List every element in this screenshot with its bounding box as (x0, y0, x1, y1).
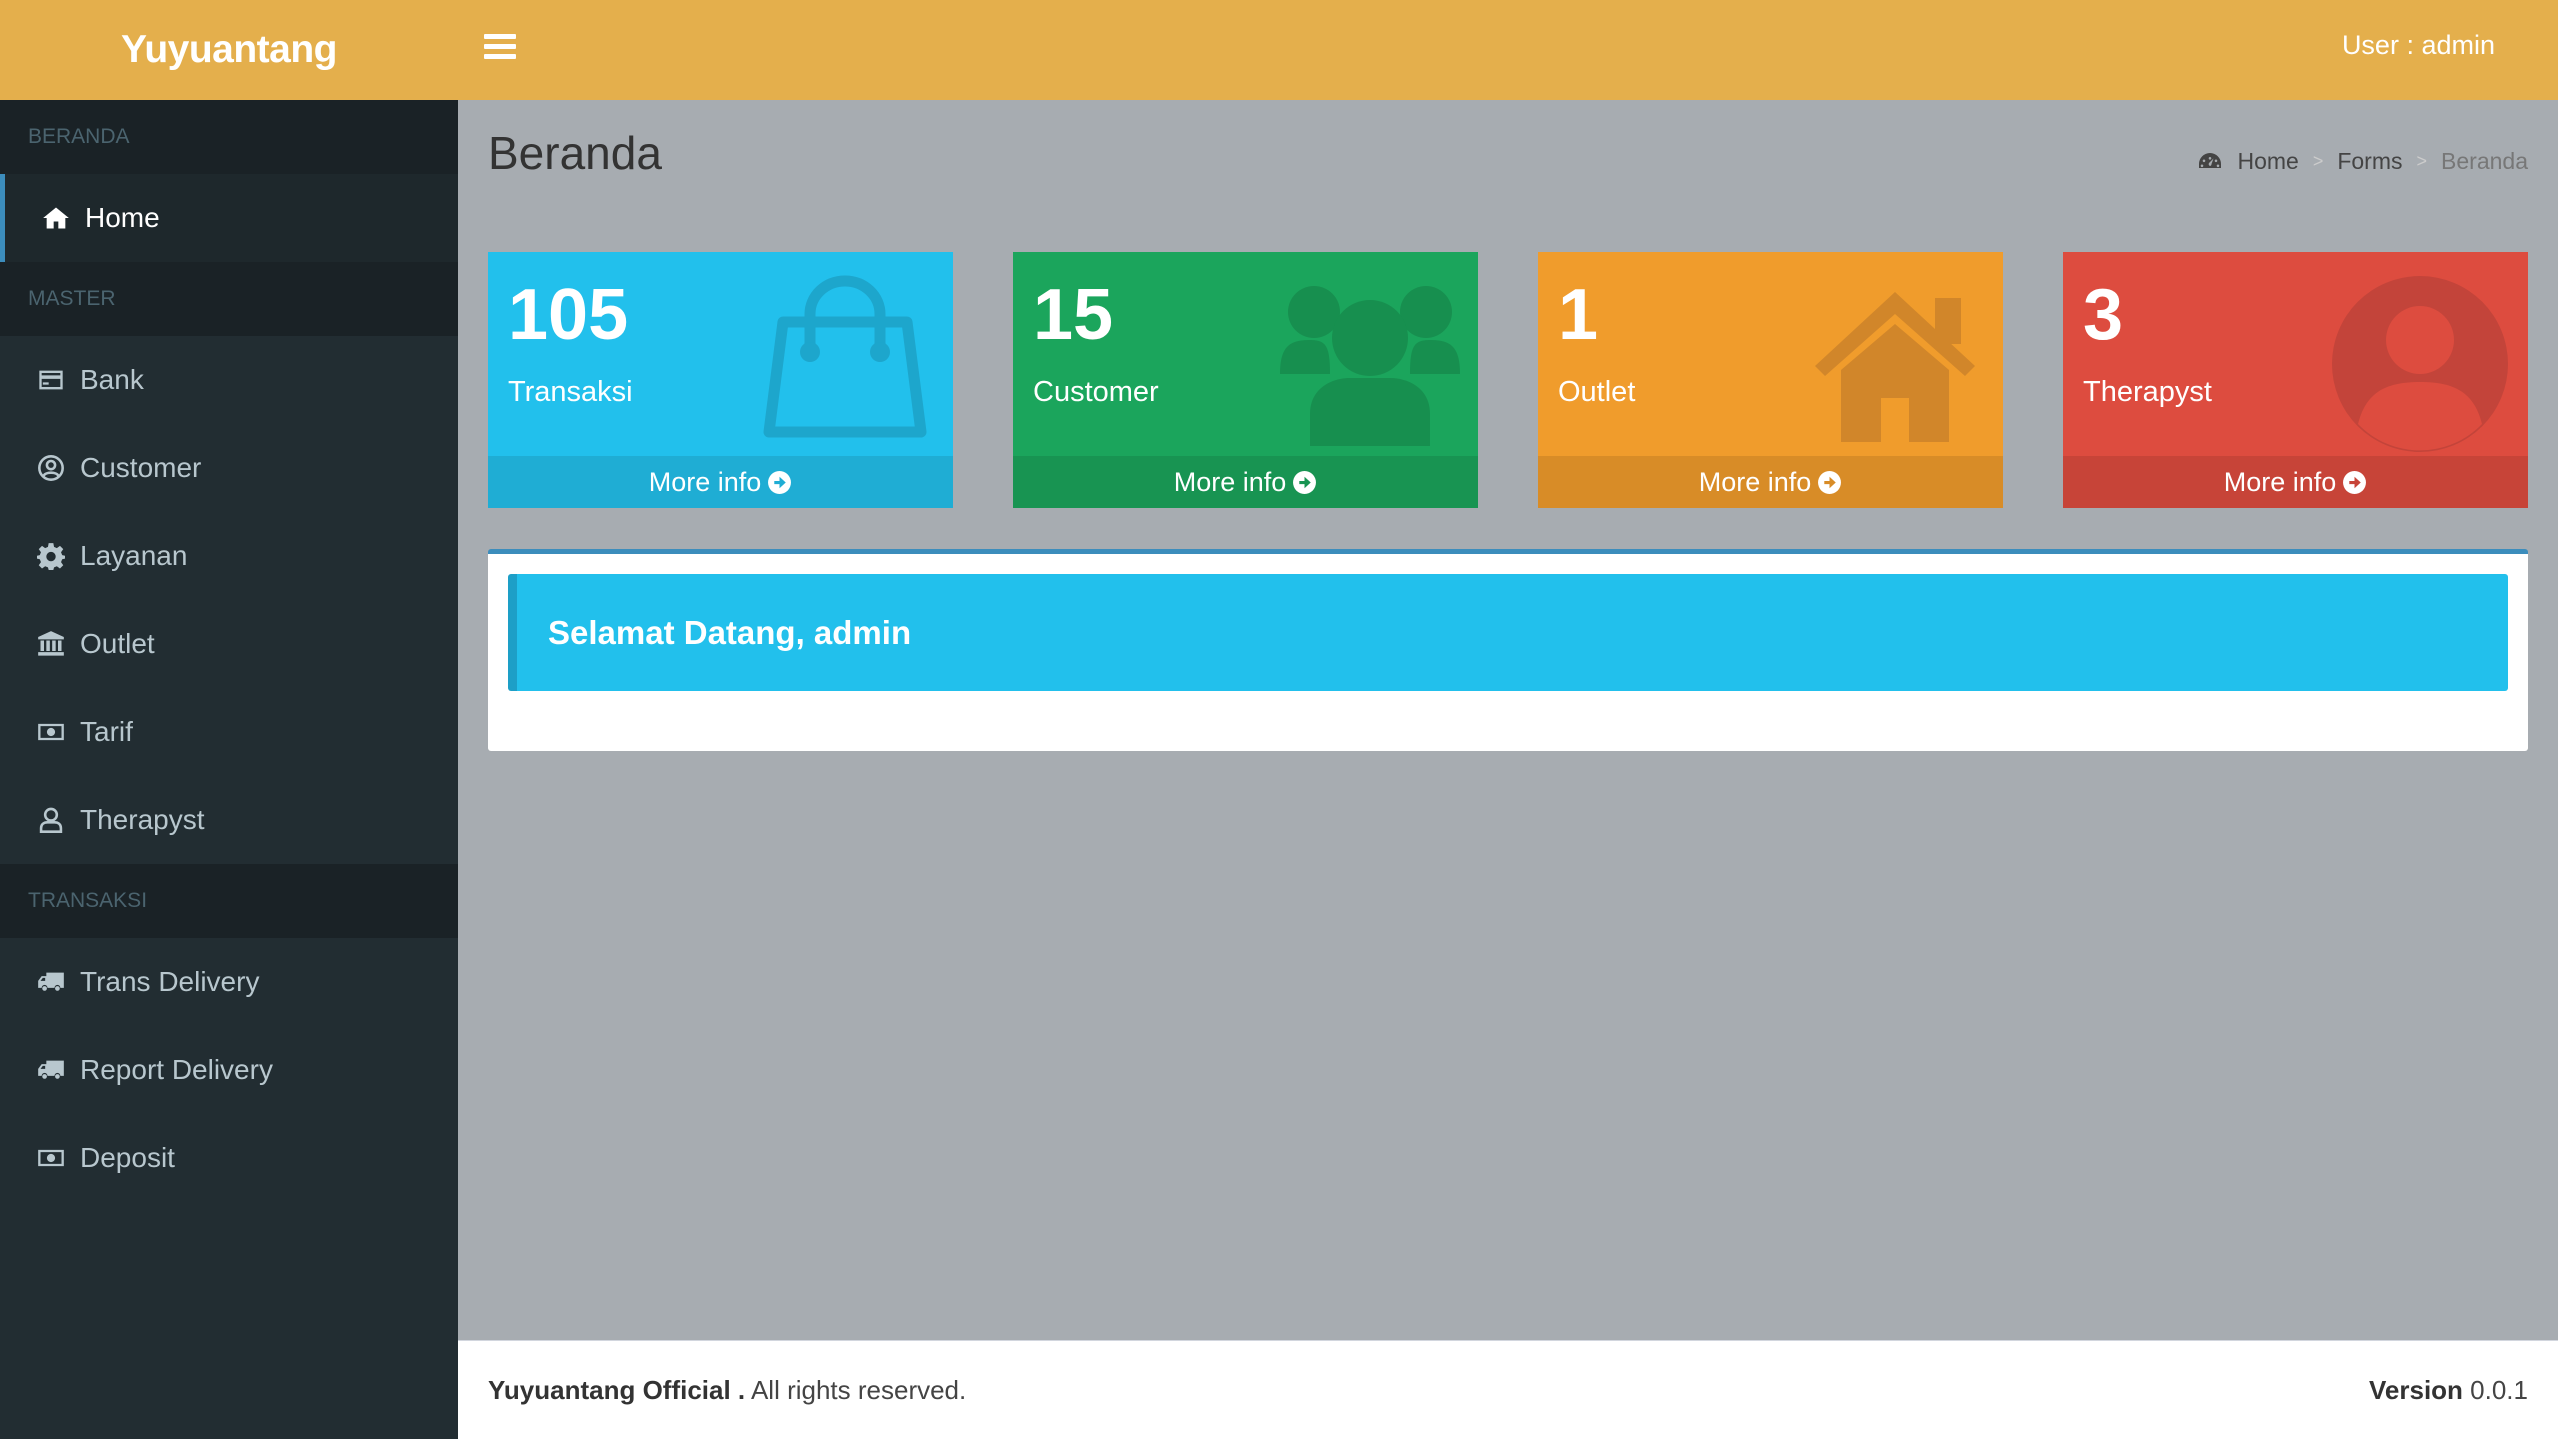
user-outline-icon (36, 805, 66, 835)
sidebar-header-beranda: BERANDA (0, 100, 458, 174)
sidebar-item-trans-delivery[interactable]: Trans Delivery (0, 938, 458, 1026)
user-circle-icon (36, 453, 66, 483)
stat-label: Outlet (1558, 376, 1636, 408)
sidebar-item-label: Tarif (80, 716, 133, 747)
sidebar-item-deposit[interactable]: Deposit (0, 1114, 458, 1202)
sidebar-item-label: Outlet (80, 628, 155, 659)
stat-box-transaksi: 105 Transaksi More info (488, 252, 953, 508)
breadcrumb: Home > Forms > Beranda (2197, 148, 2528, 175)
money-icon (36, 1143, 66, 1173)
arrow-circle-right-icon (1293, 470, 1317, 494)
credit-card-icon (36, 365, 66, 395)
sidebar-item-label: Deposit (80, 1142, 175, 1173)
footer-brand: Yuyuantang Official . (488, 1374, 746, 1405)
breadcrumb-current: Beranda (2441, 148, 2528, 174)
more-info-label: More info (1698, 466, 1812, 497)
more-info-label: More info (1173, 466, 1287, 497)
sidebar-item-tarif[interactable]: Tarif (0, 688, 458, 776)
sidebar-item-report-delivery[interactable]: Report Delivery (0, 1026, 458, 1114)
hamburger-icon (484, 34, 516, 39)
version-label: Version (2369, 1374, 2463, 1405)
user-circle-icon (2332, 276, 2508, 452)
house-icon (1815, 292, 1975, 442)
more-info-link[interactable]: More info (1538, 456, 2003, 508)
gear-icon (36, 541, 66, 571)
sidebar: BERANDA Home MASTER Bank Customer Layana… (0, 100, 458, 1439)
sidebar-item-home[interactable]: Home (0, 174, 458, 262)
sidebar-item-label: Layanan (80, 540, 188, 571)
breadcrumb-separator: > (2416, 151, 2428, 171)
user-menu[interactable]: User : admin (2342, 30, 2495, 61)
sidebar-item-label: Customer (80, 452, 202, 483)
stat-value: 105 (508, 275, 629, 355)
welcome-box: Selamat Datang, admin (488, 549, 2528, 751)
sidebar-item-therapyst[interactable]: Therapyst (0, 776, 458, 864)
shopping-bag-icon (763, 275, 927, 438)
footer-rights: All rights reserved. (745, 1374, 967, 1405)
stat-box-customer: 15 Customer More info (1013, 252, 1478, 508)
sidebar-header-transaksi: TRANSAKSI (0, 864, 458, 938)
arrow-circle-right-icon (768, 470, 792, 494)
dashboard-icon (2199, 152, 2222, 168)
sidebar-item-label: Report Delivery (80, 1054, 273, 1085)
sidebar-item-label: Therapyst (80, 804, 205, 835)
footer-copyright: Yuyuantang Official . All rights reserve… (488, 1375, 966, 1406)
sidebar-header-master: MASTER (0, 262, 458, 336)
stat-label: Therapyst (2083, 376, 2212, 408)
stat-box-outlet: 1 Outlet More info (1538, 252, 2003, 508)
truck-icon (36, 1055, 66, 1085)
bank-icon (36, 629, 66, 659)
footer-version: Version 0.0.1 (2369, 1375, 2528, 1406)
breadcrumb-forms-link[interactable]: Forms (2337, 148, 2402, 175)
arrow-circle-right-icon (1818, 470, 1842, 494)
breadcrumb-separator: > (2312, 151, 2324, 171)
breadcrumb-home-link[interactable]: Home (2237, 148, 2298, 175)
stat-label: Transaksi (508, 376, 633, 408)
money-icon (36, 717, 66, 747)
footer: Yuyuantang Official . All rights reserve… (458, 1340, 2558, 1439)
more-info-label: More info (2223, 466, 2337, 497)
more-info-label: More info (648, 466, 762, 497)
app-logo[interactable]: Yuyuantang (0, 0, 458, 100)
sidebar-toggle-button[interactable] (484, 34, 516, 66)
home-icon (41, 203, 71, 233)
truck-icon (36, 967, 66, 997)
stat-value: 15 (1033, 275, 1114, 355)
stat-box-therapyst: 3 Therapyst More info (2063, 252, 2528, 508)
sidebar-item-label: Trans Delivery (80, 966, 260, 997)
more-info-link[interactable]: More info (1013, 456, 1478, 508)
stat-value: 3 (2083, 275, 2124, 355)
users-icon (1280, 286, 1460, 446)
more-info-link[interactable]: More info (488, 456, 953, 508)
stat-value: 1 (1558, 275, 1599, 355)
more-info-link[interactable]: More info (2063, 456, 2528, 508)
sidebar-item-layanan[interactable]: Layanan (0, 512, 458, 600)
sidebar-item-customer[interactable]: Customer (0, 424, 458, 512)
version-number: 0.0.1 (2462, 1374, 2528, 1405)
stat-label: Customer (1033, 376, 1159, 408)
arrow-circle-right-icon (2343, 470, 2367, 494)
page-title: Beranda (488, 127, 662, 179)
sidebar-item-outlet[interactable]: Outlet (0, 600, 458, 688)
welcome-callout: Selamat Datang, admin (508, 574, 2508, 691)
sidebar-item-label: Bank (80, 364, 144, 395)
sidebar-item-bank[interactable]: Bank (0, 336, 458, 424)
sidebar-item-label: Home (85, 202, 160, 233)
top-navbar: Yuyuantang User : admin (0, 0, 2558, 100)
